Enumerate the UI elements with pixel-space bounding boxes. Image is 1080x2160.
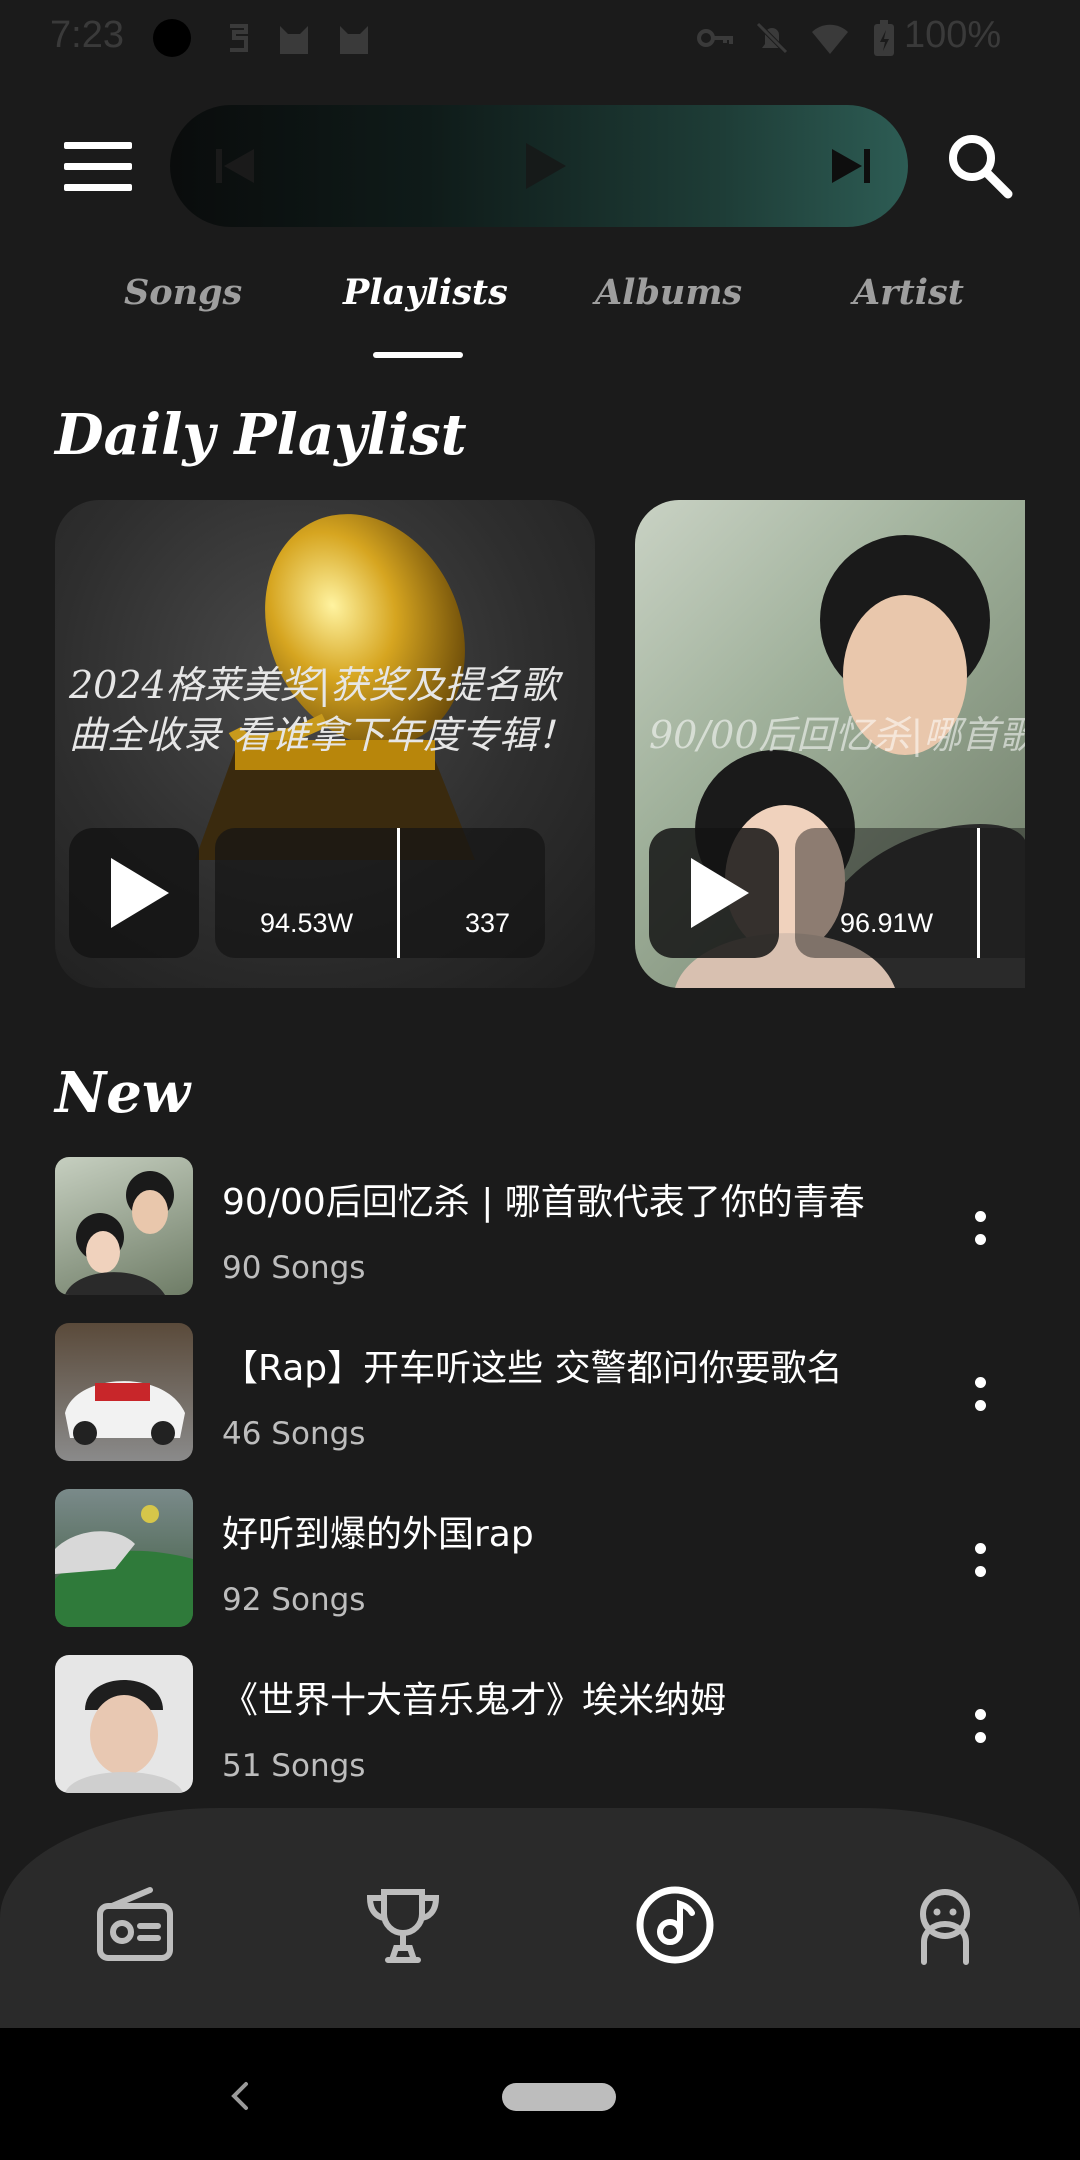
daily-card-1-count: 337 <box>465 908 511 938</box>
playlist-title: 《世界十大音乐鬼才》埃米纳姆 <box>222 1680 727 1721</box>
mini-player[interactable] <box>170 105 908 227</box>
daily-card-1-stats: 94.53W 337 <box>215 828 545 958</box>
daily-card-2[interactable]: 90/00后回忆杀|哪首歌代表了你的青春 96.91W <box>635 500 1025 988</box>
daily-playlist-title: Daily Playlist <box>55 402 467 468</box>
record-icon <box>153 19 191 57</box>
daily-card-2-play-button[interactable] <box>649 828 779 958</box>
status-time: 7:23 <box>50 14 124 56</box>
battery-icon <box>874 20 894 56</box>
tab-indicator <box>373 352 463 358</box>
playlist-title: 90/00后回忆杀 | 哪首歌代表了你的青春 <box>222 1182 865 1223</box>
daily-card-1-play-button[interactable] <box>69 828 199 958</box>
cat-icon <box>280 26 308 54</box>
playlist-song-count: 46 Songs <box>222 1416 366 1452</box>
daily-card-2-text: 90/00后回忆杀|哪首歌代表了你的青春 <box>649 713 1025 757</box>
more-options-icon[interactable] <box>960 1537 1000 1607</box>
back-icon[interactable] <box>222 2076 258 2116</box>
playlist-thumbnail <box>55 1157 193 1295</box>
playlist-thumbnail <box>55 1655 193 1793</box>
wifi-icon <box>812 24 848 54</box>
play-icon <box>111 858 169 928</box>
playlist-thumbnail <box>55 1323 193 1461</box>
tab-albums[interactable]: Albums <box>595 272 742 313</box>
playlist-song-count: 51 Songs <box>222 1748 366 1784</box>
list-item[interactable]: 好听到爆的外国rap 92 Songs <box>0 1487 1080 1637</box>
app-s-icon <box>230 24 248 52</box>
stats-divider <box>977 828 980 958</box>
daily-card-1-plays: 94.53W <box>260 908 354 938</box>
user-icon[interactable] <box>900 1880 990 1970</box>
playlist-title: 好听到爆的外国rap <box>222 1514 534 1555</box>
music-disc-icon[interactable] <box>630 1880 720 1970</box>
previous-icon[interactable] <box>212 143 258 189</box>
playlist-song-count: 90 Songs <box>222 1250 366 1286</box>
trophy-icon[interactable] <box>358 1880 448 1970</box>
play-icon[interactable] <box>518 139 572 193</box>
daily-card-2-plays: 96.91W <box>840 908 934 938</box>
more-options-icon[interactable] <box>960 1703 1000 1773</box>
play-icon <box>691 858 749 928</box>
tab-playlists[interactable]: Playlists <box>343 272 508 313</box>
search-icon[interactable] <box>944 130 1014 200</box>
list-item[interactable]: 【Rap】开车听这些 交警都问你要歌名 46 Songs <box>0 1321 1080 1471</box>
more-options-icon[interactable] <box>960 1371 1000 1441</box>
battery-percent: 100% <box>904 14 1002 56</box>
status-bar: 7:23 100% <box>0 0 1080 78</box>
daily-card-1-text: 2024格莱美奖|获奖及提名歌曲全收录 看谁拿下年度专辑！ <box>69 663 576 757</box>
list-item[interactable]: 90/00后回忆杀 | 哪首歌代表了你的青春 90 Songs <box>0 1155 1080 1305</box>
list-item[interactable]: 《世界十大音乐鬼才》埃米纳姆 51 Songs <box>0 1653 1080 1803</box>
playlist-thumbnail <box>55 1489 193 1627</box>
more-options-icon[interactable] <box>960 1205 1000 1275</box>
bell-off-icon <box>756 22 788 54</box>
daily-card-1[interactable]: 2024格莱美奖|获奖及提名歌曲全收录 看谁拿下年度专辑！ 94.53W 337 <box>55 500 595 988</box>
playlist-song-count: 92 Songs <box>222 1582 366 1618</box>
tab-artist[interactable]: Artist <box>853 272 964 313</box>
tab-songs[interactable]: Songs <box>124 272 242 313</box>
system-nav-bar <box>0 2028 1080 2160</box>
cat-icon <box>340 26 368 54</box>
home-pill[interactable] <box>502 2083 616 2111</box>
new-section-title: New <box>55 1060 191 1126</box>
stats-divider <box>397 828 400 958</box>
menu-button[interactable] <box>64 142 132 192</box>
daily-card-2-stats: 96.91W <box>795 828 1025 958</box>
next-icon[interactable] <box>828 143 874 189</box>
vpn-key-icon <box>697 29 733 47</box>
playlist-title: 【Rap】开车听这些 交警都问你要歌名 <box>222 1348 843 1389</box>
radio-icon[interactable] <box>90 1880 180 1970</box>
